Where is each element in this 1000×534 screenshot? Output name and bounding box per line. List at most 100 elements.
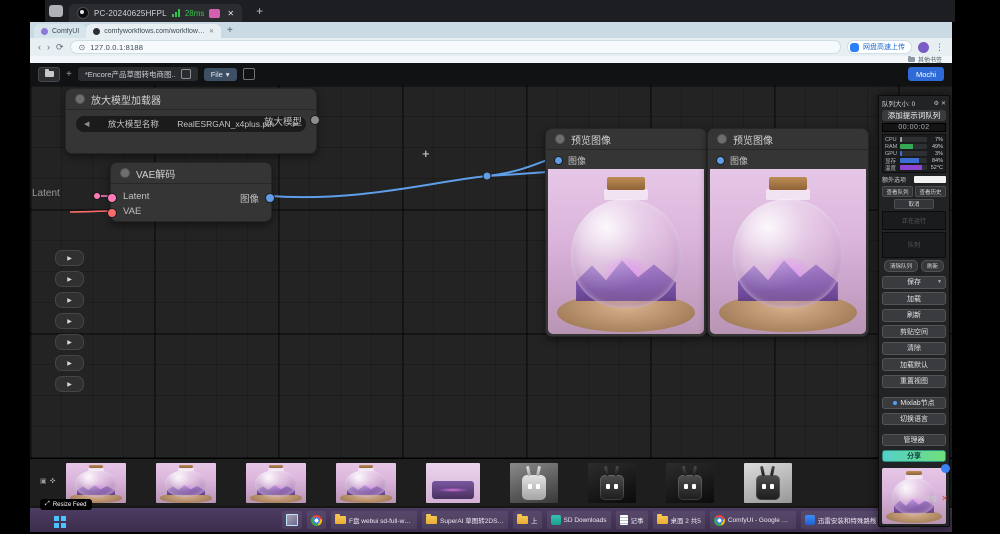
address-bar[interactable]: ⊙ 127.0.0.1:8188 (70, 40, 841, 54)
queue-prompt-button[interactable]: 添加提示词队列 (882, 110, 946, 121)
taskbar-item-chrome[interactable] (307, 511, 326, 529)
node-title: 放大模型加载器 (91, 92, 161, 107)
mixlab-icon (893, 401, 897, 405)
widget-prev-icon[interactable]: ◀ (84, 120, 89, 128)
collapsed-node[interactable]: ▶ (55, 250, 84, 266)
notification-bubble[interactable] (941, 464, 950, 473)
taskbar-item-folder[interactable]: F盘 webui sd-full-web... (331, 511, 417, 529)
mochi-button[interactable]: Mochi (908, 67, 944, 81)
forward-icon[interactable]: › (47, 42, 50, 52)
node-vae-decode[interactable]: VAE解码 Latent VAE 图像 (110, 162, 272, 222)
back-icon[interactable]: ‹ (38, 42, 41, 52)
taskbar-item-folder[interactable]: 桌面 2 共5 (653, 511, 705, 529)
taskbar-item-note[interactable]: 记事 (616, 511, 648, 529)
feed-grid-icon[interactable]: ▣ (40, 477, 47, 485)
input-vae-dot[interactable] (107, 208, 117, 218)
tray-icon[interactable]: ∧ (870, 516, 875, 524)
collapsed-node[interactable]: ▶ (55, 355, 84, 371)
taskbar-item-folder[interactable]: 上 (513, 511, 542, 529)
close-panel-icon[interactable]: ✕ (941, 100, 946, 107)
feed-pin-icon[interactable]: ✜ (50, 477, 56, 485)
sidebar-button-refresh[interactable]: 刷新 (882, 309, 946, 322)
layout-icon[interactable] (243, 68, 255, 80)
new-browser-tab-button[interactable]: + (227, 25, 233, 36)
feed-thumbnail-robot[interactable] (666, 463, 714, 503)
sidebar-button-load[interactable]: 加载 (882, 292, 946, 305)
collapsed-node[interactable]: ▶ (55, 334, 84, 350)
collapsed-node[interactable]: ▶ (55, 271, 84, 287)
sidebar-button-load-default[interactable]: 加载默认 (882, 358, 946, 371)
view-queue-button[interactable]: 查看队列 (882, 186, 913, 197)
clear-queue-button[interactable]: 清除队列 (884, 260, 918, 272)
browser-tab-active[interactable]: comfyworkflows.com/workflow… ✕ (86, 24, 221, 38)
monitor-value: 3% (929, 151, 943, 157)
extension-button[interactable]: 网盘高速上传 (847, 40, 912, 54)
share-button[interactable]: 分享 (882, 450, 946, 462)
collapse-dot-icon[interactable] (75, 94, 85, 104)
resize-feed-button[interactable]: ⤢ Resize Feed (40, 499, 92, 510)
extra-options-checkbox[interactable] (914, 176, 946, 183)
feed-thumbnail-robot[interactable] (588, 463, 636, 503)
settings-gear-icon[interactable]: ⚙ (934, 100, 939, 107)
feed-thumbnail-jar[interactable] (156, 463, 216, 503)
file-menu-button[interactable]: File ▾ (204, 68, 237, 81)
jar-artwork (336, 463, 396, 503)
taskbar-item-shield[interactable]: 迅雷安装和特殊路线 (801, 511, 881, 529)
taskbar-item-taskview[interactable] (282, 511, 302, 529)
adjust-label[interactable]: 调整 (924, 493, 937, 503)
close-session-icon[interactable]: ✕ (227, 9, 234, 18)
start-button[interactable] (48, 510, 68, 530)
sidebar-button-clear[interactable]: 清除 (882, 342, 946, 355)
mixlab-nodes-button[interactable]: Mixlab节点 (882, 397, 946, 409)
input-latent-dot[interactable] (107, 193, 117, 203)
output-image-dot[interactable] (265, 193, 275, 203)
taskbar-item-chrome[interactable]: ComfyUI - Google Chr... (710, 511, 796, 529)
refresh-queue-button[interactable]: 刷新 (921, 260, 944, 272)
feed-thumbnail-jar[interactable] (66, 463, 126, 503)
taskbar-item-folder[interactable]: SuperAI 草图转2DSKU方法 (422, 511, 508, 529)
cancel-button[interactable]: 取消 (894, 199, 934, 209)
collapsed-node[interactable]: ▶ (55, 376, 84, 392)
site-info-icon[interactable]: ⊙ (79, 43, 86, 52)
browser-tab-comfyui[interactable]: ComfyUI (34, 24, 86, 38)
windows-taskbar: F盘 webui sd-full-web... SuperAI 草图转2DSKU方… (30, 508, 952, 532)
output-slot-dot[interactable] (310, 115, 320, 125)
sidebar-button-reset-view[interactable]: 重置视图 (882, 375, 946, 388)
input-image-dot[interactable] (554, 156, 563, 165)
feed-thumbnail-robot[interactable] (744, 463, 792, 503)
switch-language-button[interactable]: 切换语言 (882, 413, 946, 425)
sidebar-button-clipspace[interactable]: 剪贴空间 (882, 325, 946, 338)
sidebar-button-save[interactable]: 保存▼ (882, 276, 946, 289)
taskview-icon (286, 514, 298, 526)
remote-menu-icon[interactable] (49, 5, 63, 17)
reload-icon[interactable]: ⟳ (56, 42, 64, 53)
remote-client-logo-icon (77, 7, 89, 19)
new-session-button[interactable]: + (256, 4, 263, 18)
feed-thumbnail-box[interactable] (426, 463, 480, 503)
node-graph-canvas[interactable]: Latent ▶▶▶▶▶▶▶ 放大模型加载器 放大模型 ◀ 放大模型名称 Rea… (30, 85, 952, 505)
collapsed-node[interactable]: ▶ (55, 292, 84, 308)
collapsed-node[interactable]: ▶ (55, 313, 84, 329)
feed-thumbnail-robot[interactable] (510, 463, 558, 503)
new-workflow-button[interactable]: + (66, 69, 72, 80)
browser-menu-icon[interactable]: ⋮ (935, 42, 944, 53)
profile-avatar[interactable] (918, 42, 929, 53)
collapse-dot-icon[interactable] (717, 134, 727, 144)
input-image-dot[interactable] (716, 156, 725, 165)
view-history-button[interactable]: 查看历史 (915, 186, 946, 197)
node-preview-image-2[interactable]: 预览图像 图像 (707, 128, 869, 337)
node-preview-image-1[interactable]: 预览图像 图像 (545, 128, 707, 337)
save-workflow-icon[interactable] (181, 69, 191, 79)
node-upscale-model-loader[interactable]: 放大模型加载器 放大模型 ◀ 放大模型名称 RealESRGAN_x4plus.… (65, 88, 317, 154)
manager-button[interactable]: 管理器 (882, 434, 946, 446)
workflow-tab[interactable]: *Encore产品草图转电商图.. (78, 67, 198, 81)
tab-close-icon[interactable]: ✕ (209, 28, 214, 35)
feed-thumbnail-jar[interactable] (336, 463, 396, 503)
workflows-folder-button[interactable] (38, 67, 60, 82)
remote-session-tab[interactable]: PC-20240625HFPL 28ms ✕ (69, 4, 242, 22)
feed-thumbnail-jar[interactable] (246, 463, 306, 503)
taskbar-item-app[interactable]: SD Downloads (547, 511, 611, 529)
feed-close-icon[interactable]: ✕ (941, 494, 948, 503)
collapse-dot-icon[interactable] (555, 134, 565, 144)
collapse-dot-icon[interactable] (120, 168, 130, 178)
